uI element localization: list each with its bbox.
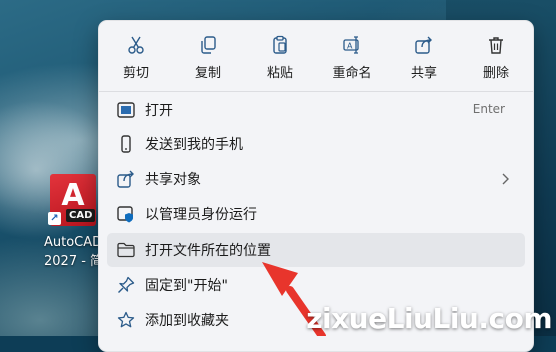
desktop-icon-label: AutoCAD 2027 - 简 (44, 233, 103, 271)
copy-button[interactable]: 复制 (176, 27, 240, 85)
rename-icon: A (343, 36, 359, 54)
menu-item-label: 打开文件所在的位置 (145, 243, 271, 259)
star-icon (117, 311, 135, 328)
copy-label: 复制 (194, 66, 221, 81)
rename-label: 重命名 (332, 66, 372, 81)
shortcut-hint: Enter (472, 102, 505, 116)
watermark-text: zixueLiuLiu.com (306, 302, 552, 335)
menu-item-open[interactable]: 打开 Enter (107, 93, 525, 127)
chevron-right-icon (502, 173, 509, 185)
menu-item-open-file-location[interactable]: 打开文件所在的位置 (107, 233, 525, 267)
shortcut-arrow-icon: ↗ (48, 212, 61, 225)
share-button[interactable]: 共享 (392, 27, 456, 85)
menu-item-label: 共享对象 (145, 172, 201, 188)
logo-letter: A (61, 178, 85, 213)
menu-item-send-to-phone[interactable]: 发送到我的手机 (107, 127, 525, 161)
shield-icon (117, 206, 133, 223)
desktop-icon-label-line2: 2027 - 简 (44, 254, 104, 269)
paste-label: 粘贴 (266, 66, 293, 81)
folder-icon (117, 242, 135, 258)
menu-item-run-as-admin[interactable]: 以管理员身份运行 (107, 197, 525, 231)
paste-button[interactable]: 粘贴 (248, 27, 312, 85)
context-menu-toolbar: 剪切 复制 粘贴 A 重命名 共享 删除 (99, 21, 533, 91)
menu-item-pin-to-start[interactable]: 固定到"开始" (107, 268, 525, 302)
delete-button[interactable]: 删除 (464, 27, 528, 85)
menu-item-share-with[interactable]: 共享对象 (107, 162, 525, 196)
rename-button[interactable]: A 重命名 (320, 27, 384, 85)
trash-icon (489, 37, 503, 54)
copy-icon (201, 36, 216, 54)
menu-item-label: 固定到"开始" (145, 278, 228, 294)
menu-item-label: 以管理员身份运行 (145, 207, 257, 223)
pin-icon (118, 276, 135, 293)
menu-divider (99, 91, 533, 92)
phone-icon (121, 135, 131, 153)
cut-button[interactable]: 剪切 (104, 27, 168, 85)
clipboard-icon (273, 35, 287, 54)
share-icon (117, 170, 134, 188)
logo-tag: CAD (66, 209, 96, 222)
menu-item-label: 打开 (145, 103, 173, 119)
svg-text:A: A (347, 42, 353, 51)
delete-label: 删除 (482, 66, 509, 81)
scissors-icon (128, 36, 144, 54)
desktop-icon-label-line1: AutoCAD (44, 235, 103, 250)
share-label: 共享 (410, 66, 437, 81)
share-icon (415, 36, 432, 54)
menu-item-label: 发送到我的手机 (145, 137, 243, 153)
menu-item-label: 添加到收藏夹 (145, 313, 229, 329)
app-window-icon (117, 102, 135, 118)
cut-label: 剪切 (122, 66, 149, 81)
